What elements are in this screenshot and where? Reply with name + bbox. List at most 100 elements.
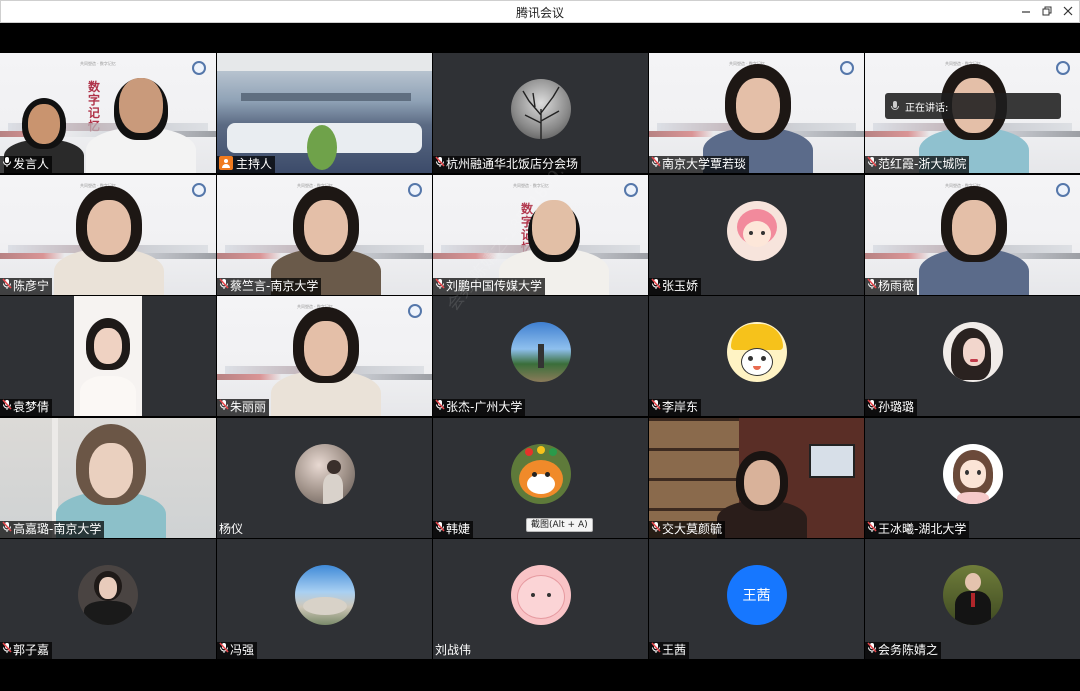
avatar [942,565,1003,625]
participant-name: 李岸东 [662,400,699,414]
participant-nameplate: 王茜 [649,642,690,659]
participant-tile[interactable]: 冯强 [217,539,432,659]
participant-tile[interactable]: 杨仪 [217,417,432,538]
participant-tile[interactable]: 共同塑造 · 数字记忆 数字记忆 陈彦宁 [0,174,216,295]
mic-muted-icon [867,399,877,416]
university-logo-icon [840,61,854,75]
participant-name: 朱丽丽 [230,400,267,414]
participant-tile[interactable]: 杭州融通华北饭店分会场 [433,53,648,173]
avatar: 王茜 [726,565,787,625]
avatar [294,565,355,625]
participant-tile[interactable]: 袁梦倩 [0,296,216,416]
university-logo-icon [192,182,206,197]
participant-name: 交大莫颜毓 [662,521,723,536]
mic-icon [2,156,12,173]
participant-nameplate: 高嘉璐-南京大学 [0,520,105,538]
participant-name: 郭子嘉 [13,643,50,657]
participant-tile[interactable]: 张玉娇 [649,174,864,295]
participant-nameplate: 杨雨薇 [865,277,918,295]
participant-grid: 共同塑造 · 数字记忆 数字记忆 发言人 主持人 杭州融通华北饭店分会场 共同塑… [0,53,1080,659]
participant-nameplate: 范红霞-浙大城院 [865,156,970,173]
university-logo-icon [1056,61,1070,75]
participant-name: 王茜 [662,643,687,657]
participant-nameplate: 王冰曦-湖北大学 [865,520,970,538]
participant-tile[interactable]: 高嘉璐-南京大学 [0,417,216,538]
participant-name: 蔡竺言-南京大学 [230,278,319,293]
mic-muted-icon [867,277,877,295]
participant-name: 陈彦宁 [13,278,50,293]
participant-tile[interactable]: 共同塑造 · 数字记忆 数字记忆 正在讲话: 范红霞-浙大城院 [865,53,1080,173]
participant-tile[interactable]: 主持人 [217,53,432,173]
participant-nameplate: 会务陈婧之 [865,642,942,659]
close-icon[interactable] [1058,3,1078,21]
participant-name: 孙璐璐 [878,400,915,414]
participant-nameplate: 孙璐璐 [865,399,918,416]
participant-tile[interactable]: 刘战伟 [433,539,648,659]
mic-muted-icon [2,399,12,416]
avatar [510,565,571,625]
participant-tile[interactable]: 截图(Alt + A) 韩婕 [433,417,648,538]
participant-name: 发言人 [13,157,50,171]
participant-name: 冯强 [230,643,255,657]
participant-name: 高嘉璐-南京大学 [13,521,102,536]
participant-tile[interactable]: 王冰曦-湖北大学 [865,417,1080,538]
participant-name: 王冰曦-湖北大学 [878,521,967,536]
avatar [78,565,138,625]
participant-name: 主持人 [236,157,273,171]
participant-nameplate: 主持人 [217,156,276,173]
mic-muted-icon [867,642,877,659]
participant-name: 杭州融通华北饭店分会场 [446,157,579,171]
mic-icon [891,100,899,110]
participant-tile[interactable]: 会务陈婧之 [865,539,1080,659]
participant-tile[interactable]: 共同塑造 · 数字记忆 数字记忆 朱丽丽 [217,296,432,416]
speaking-indicator: 正在讲话: [885,93,1061,119]
participant-name: 杨仪 [219,521,244,536]
participant-nameplate: 蔡竺言-南京大学 [217,277,322,295]
participant-name: 刘鹏中国传媒大学 [446,278,543,293]
mic-muted-icon [219,399,229,416]
participant-nameplate: 韩婕 [433,520,474,538]
host-badge [219,156,235,173]
university-logo-icon [624,182,638,197]
mic-muted-icon [651,399,661,416]
avatar [510,443,571,504]
mic-muted-icon [867,520,877,538]
participant-nameplate: 南京大学覃若琰 [649,156,750,173]
mic-muted-icon [651,156,661,173]
participant-nameplate: 郭子嘉 [0,642,53,659]
mic-muted-icon [651,642,661,659]
participant-tile[interactable]: 共同塑造 · 数字记忆 数字记忆 蔡竺言-南京大学 [217,174,432,295]
mic-muted-icon [219,642,229,659]
mic-muted-icon [2,277,12,295]
participant-nameplate: 冯强 [217,642,258,659]
minimize-icon[interactable] [1016,3,1036,21]
participant-tile[interactable]: 共同塑造 · 数字记忆 数字记忆 发言人 [0,53,216,173]
mic-muted-icon [435,520,445,538]
participant-tile[interactable]: 交大莫颜毓 [649,417,864,538]
avatar [294,443,355,504]
mic-muted-icon [2,642,12,659]
participant-name: 袁梦倩 [13,400,50,414]
participant-nameplate: 交大莫颜毓 [649,520,726,538]
participant-nameplate: 杨仪 [217,521,246,538]
mic-muted-icon [867,156,877,173]
participant-tile[interactable]: 共同塑造 · 数字记忆 数字记忆 南京大学覃若琰 [649,53,864,173]
mic-muted-icon [435,156,445,173]
mic-muted-icon [435,399,445,416]
restore-icon[interactable] [1037,3,1057,21]
participant-tile[interactable]: 共同塑造 · 数字记忆 数字记忆 杨雨薇 [865,174,1080,295]
university-logo-icon [1056,182,1070,197]
university-logo-icon [408,182,422,197]
participant-nameplate: 张杰-广州大学 [433,399,526,416]
participant-nameplate: 刘战伟 [433,642,474,659]
mic-muted-icon [2,520,12,538]
participant-tile[interactable]: 王茜 王茜 [649,539,864,659]
participant-tile[interactable]: 李岸东 [649,296,864,416]
participant-tile[interactable]: 张杰-广州大学 [433,296,648,416]
participant-nameplate: 陈彦宁 [0,277,53,295]
participant-name: 刘战伟 [435,643,472,657]
participant-tile[interactable]: 共同塑造 · 数字记忆 数字记忆 刘鹏中国传媒大学 [433,174,648,295]
participant-tile[interactable]: 郭子嘉 [0,539,216,659]
participant-tile[interactable]: 孙璐璐 [865,296,1080,416]
participant-name: 张杰-广州大学 [446,400,523,414]
